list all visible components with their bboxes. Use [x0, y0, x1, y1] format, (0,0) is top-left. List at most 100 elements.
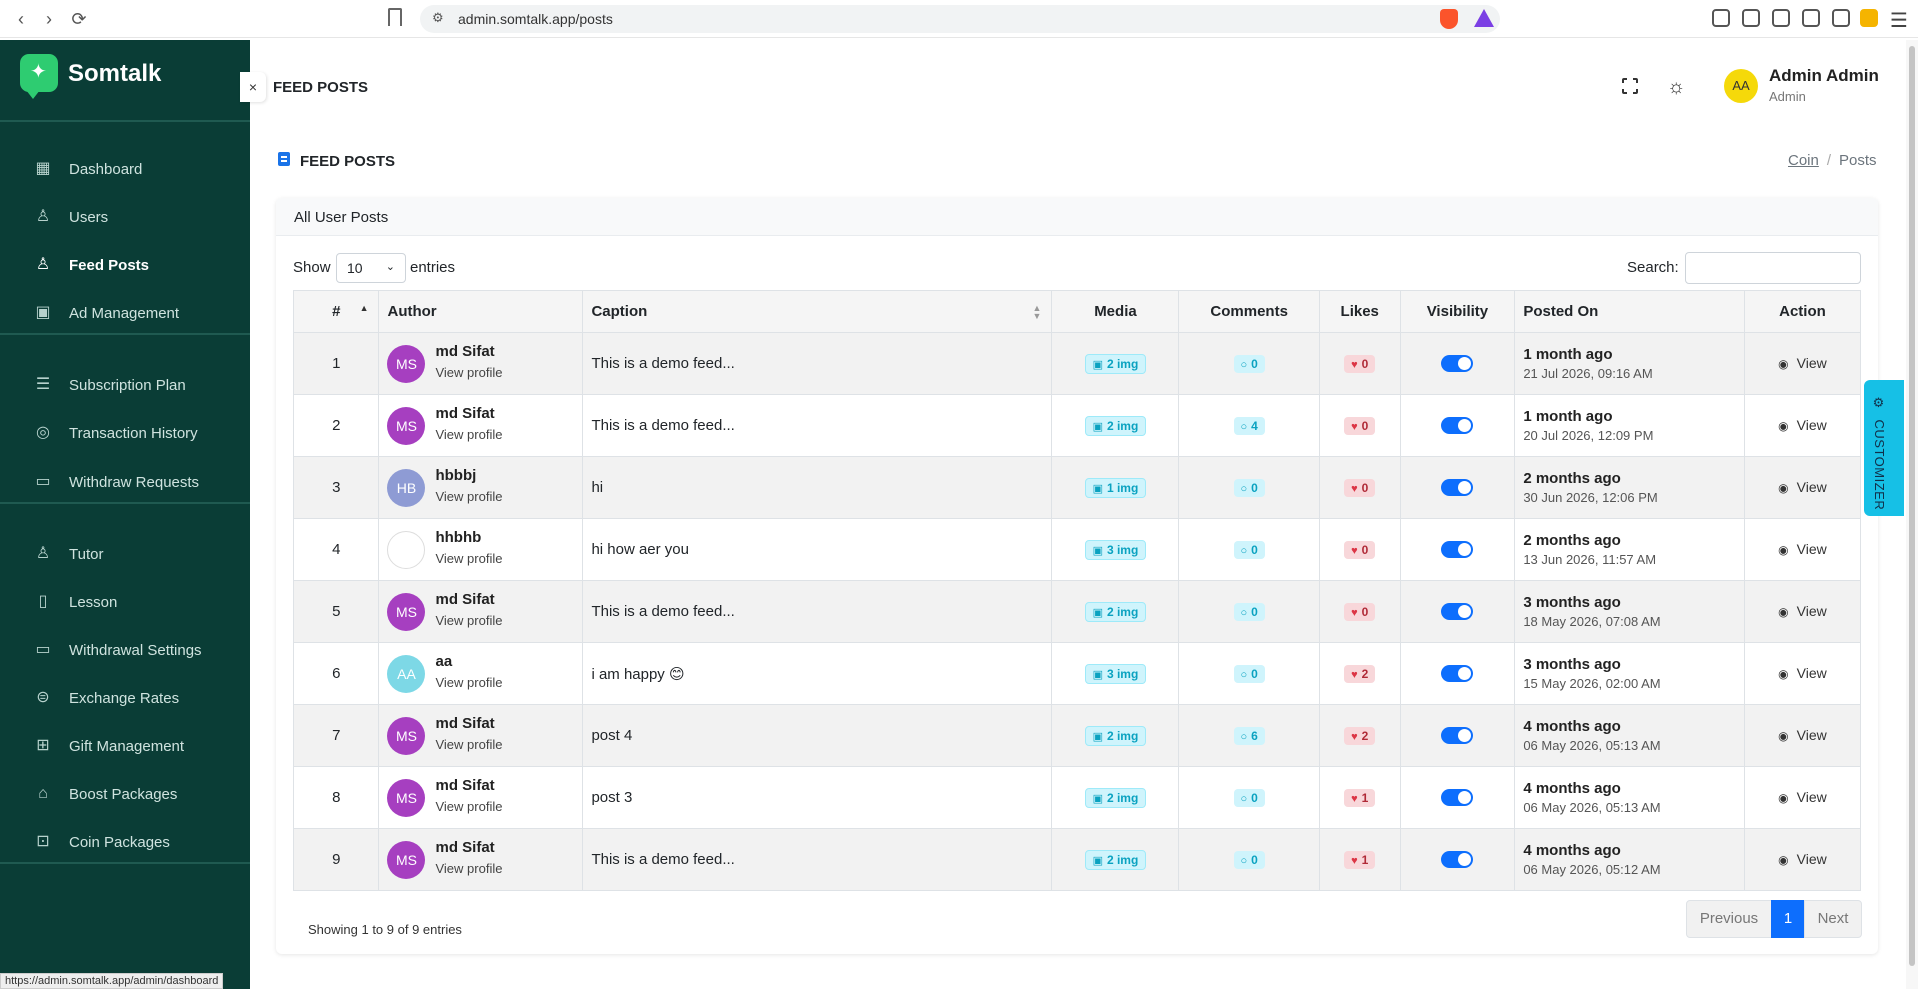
- grid-icon: ▦: [35, 160, 51, 177]
- brave-shield-icon[interactable]: [1440, 9, 1458, 29]
- view-post-button[interactable]: ◉ View: [1778, 665, 1827, 681]
- sidebar-toggle-icon[interactable]: [1742, 9, 1760, 27]
- avatar[interactable]: MS: [387, 779, 426, 817]
- column-header-posted-on[interactable]: Posted On: [1514, 290, 1745, 333]
- wallet-icon[interactable]: [1772, 9, 1790, 27]
- sun-icon[interactable]: ☼: [1667, 76, 1685, 99]
- sidebar-item-transaction-history[interactable]: ◎ Transaction History: [0, 414, 250, 454]
- sidebar-item-gift-management[interactable]: ⊞ Gift Management: [0, 727, 250, 767]
- avatar[interactable]: [387, 531, 426, 569]
- forward-icon[interactable]: ›: [38, 8, 60, 30]
- card-header: All User Posts: [276, 198, 1878, 236]
- sidebar-item-ad-management[interactable]: ▣ Ad Management: [0, 294, 250, 334]
- avatar[interactable]: AA: [387, 655, 426, 693]
- avatar[interactable]: MS: [387, 841, 426, 879]
- sidebar-item-withdrawal-settings[interactable]: ▭ Withdrawal Settings: [0, 631, 250, 671]
- avatar[interactable]: HB: [387, 469, 426, 507]
- bookmark-icon[interactable]: [388, 8, 402, 26]
- visibility-toggle[interactable]: [1441, 851, 1474, 869]
- visibility-toggle[interactable]: [1441, 603, 1474, 621]
- visibility-toggle[interactable]: [1441, 417, 1474, 435]
- leo-ai-icon[interactable]: [1802, 9, 1820, 27]
- sidebar-item-coin-packages[interactable]: ⊡ Coin Packages: [0, 823, 250, 863]
- avatar[interactable]: MS: [387, 593, 426, 631]
- view-post-button[interactable]: ◉ View: [1778, 851, 1827, 867]
- sidebar-divider: [0, 862, 250, 864]
- view-profile-link[interactable]: View profile: [435, 861, 502, 876]
- view-profile-link[interactable]: View profile: [435, 613, 502, 628]
- sidebar-item-exchange-rates[interactable]: ⊜ Exchange Rates: [0, 679, 250, 719]
- avatar[interactable]: MS: [387, 345, 426, 383]
- column-header-caption[interactable]: Caption ▲ ▼: [582, 290, 1053, 333]
- sidebar-item-subscription-plan[interactable]: ☰ Subscription Plan: [0, 366, 250, 406]
- back-icon[interactable]: ‹: [10, 8, 32, 30]
- posted-on-cell: 4 months ago 06 May 2026, 05:12 AM: [1514, 828, 1745, 891]
- page-1-button[interactable]: 1: [1771, 900, 1805, 938]
- visibility-toggle[interactable]: [1441, 355, 1474, 373]
- column-header-action[interactable]: Action: [1743, 290, 1862, 333]
- view-post-button[interactable]: ◉ View: [1778, 355, 1827, 371]
- view-post-button[interactable]: ◉ View: [1778, 727, 1827, 743]
- sidebar-collapse-button[interactable]: ×: [240, 72, 266, 102]
- sidebar-item-users[interactable]: ♙ Users: [0, 198, 250, 238]
- avatar[interactable]: AA: [1724, 69, 1758, 103]
- column-header-comments[interactable]: Comments: [1178, 290, 1320, 333]
- sidebar-item-label: Gift Management: [69, 738, 185, 755]
- extension-icon[interactable]: [1860, 9, 1878, 27]
- sidebar-item-lesson[interactable]: ▯ Lesson: [0, 583, 250, 623]
- view-post-button[interactable]: ◉ View: [1778, 789, 1827, 805]
- view-post-button[interactable]: ◉ View: [1778, 479, 1827, 495]
- admin-name[interactable]: Admin Admin: [1769, 66, 1879, 86]
- image-icon: ▣: [1092, 854, 1103, 867]
- site-settings-icon[interactable]: ⚙: [432, 10, 444, 26]
- view-profile-link[interactable]: View profile: [435, 427, 502, 442]
- view-profile-link[interactable]: View profile: [435, 799, 502, 814]
- action-cell: ◉ View: [1743, 456, 1862, 519]
- sidebar-item-dashboard[interactable]: ▦ Dashboard: [0, 150, 250, 190]
- avatar[interactable]: MS: [387, 407, 426, 445]
- previous-page-button[interactable]: Previous: [1686, 900, 1772, 938]
- comment-icon: ○: [1240, 730, 1248, 743]
- visibility-toggle[interactable]: [1441, 541, 1474, 559]
- page-length-select[interactable]: 10 ⌄: [336, 253, 406, 283]
- sidebar-item-feed-posts[interactable]: ♙ Feed Posts: [0, 246, 250, 286]
- visibility-toggle[interactable]: [1441, 479, 1474, 497]
- vpn-icon[interactable]: [1832, 9, 1850, 27]
- column-header-author[interactable]: Author: [378, 290, 584, 333]
- view-profile-link[interactable]: View profile: [435, 489, 502, 504]
- visibility-toggle[interactable]: [1441, 727, 1474, 745]
- address-bar[interactable]: ⚙ admin.somtalk.app/posts: [420, 5, 1500, 33]
- view-post-button[interactable]: ◉ View: [1778, 417, 1827, 433]
- browser-menu-icon[interactable]: ☰: [1890, 8, 1908, 33]
- brave-rewards-icon[interactable]: [1474, 9, 1494, 27]
- extensions-icon[interactable]: [1712, 9, 1730, 27]
- avatar[interactable]: MS: [387, 717, 426, 755]
- column-header-visibility[interactable]: Visibility: [1399, 290, 1516, 333]
- fullscreen-icon[interactable]: [1621, 77, 1639, 95]
- column-header-number[interactable]: # ▲: [292, 290, 380, 333]
- next-page-button[interactable]: Next: [1804, 900, 1862, 938]
- breadcrumb-link-coin[interactable]: Coin: [1788, 152, 1819, 169]
- column-header-likes[interactable]: Likes: [1318, 290, 1401, 333]
- sidebar-item-boost-packages[interactable]: ⌂ Boost Packages: [0, 775, 250, 815]
- search-input[interactable]: [1685, 252, 1861, 284]
- page-scrollbar[interactable]: [1906, 40, 1918, 989]
- view-profile-link[interactable]: View profile: [435, 675, 502, 690]
- visibility-toggle[interactable]: [1441, 665, 1474, 683]
- column-header-media[interactable]: Media: [1051, 290, 1180, 333]
- reload-icon[interactable]: ⟳: [68, 8, 90, 30]
- sort-icon: ▲ ▼: [1032, 303, 1042, 321]
- eye-icon: ◉: [1778, 667, 1789, 681]
- visibility-toggle[interactable]: [1441, 789, 1474, 807]
- media-badge: ▣ 1 img: [1084, 477, 1147, 498]
- view-profile-link[interactable]: View profile: [435, 737, 502, 752]
- view-profile-link[interactable]: View profile: [435, 365, 502, 380]
- view-profile-link[interactable]: View profile: [435, 551, 502, 566]
- view-post-button[interactable]: ◉ View: [1778, 541, 1827, 557]
- view-post-button[interactable]: ◉ View: [1778, 603, 1827, 619]
- likes-badge: ♥ 2: [1344, 726, 1376, 745]
- sidebar-item-withdraw-requests[interactable]: ▭ Withdraw Requests: [0, 463, 250, 503]
- customizer-tab[interactable]: ⚙CUSTOMIZER: [1864, 380, 1904, 516]
- scrollbar-thumb[interactable]: [1909, 46, 1915, 966]
- sidebar-item-tutor[interactable]: ♙ Tutor: [0, 535, 250, 575]
